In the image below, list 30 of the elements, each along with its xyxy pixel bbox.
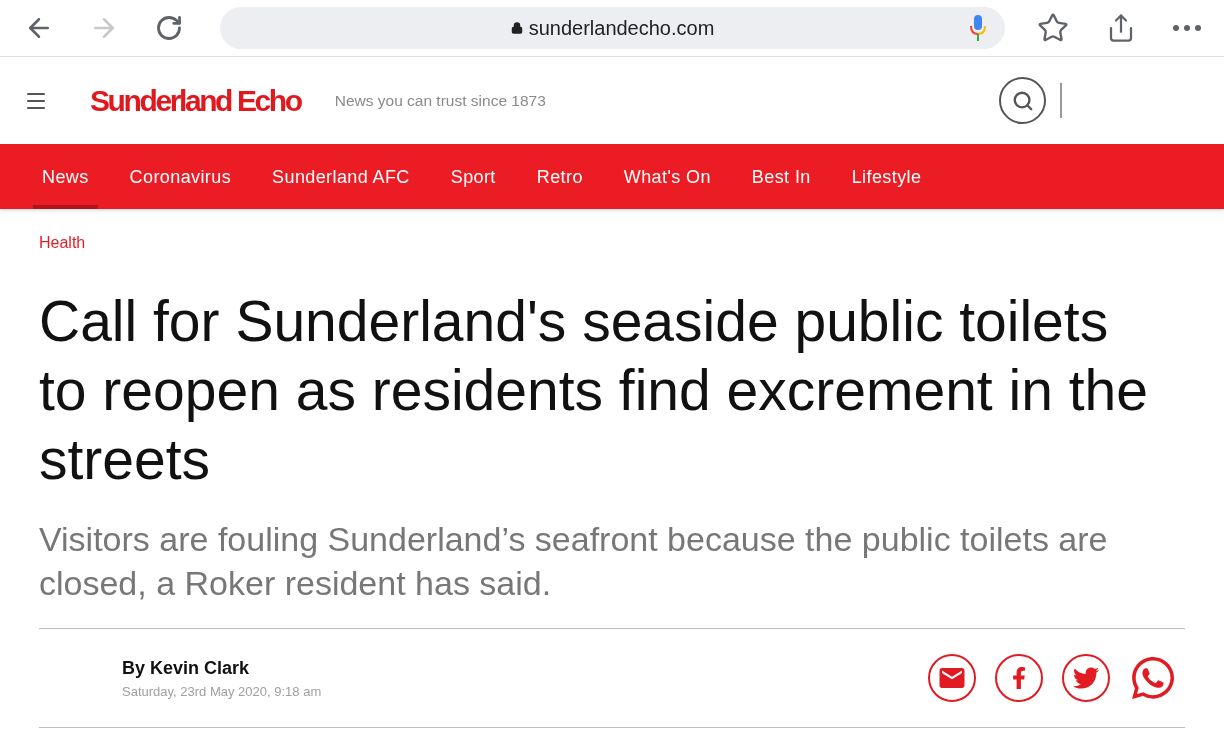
microphone-icon[interactable] [970,15,986,41]
publish-date: Saturday, 23rd May 2020, 9:18 am [122,683,322,700]
site-logo[interactable]: Sunderland Echo [90,83,301,118]
article-standfirst: Visitors are fouling Sunderland’s seafront because the public toilets are closed, a Roker resident has said. [39,519,1109,604]
more-icon [1173,25,1201,31]
search-icon [1011,89,1034,112]
nav-tab[interactable]: Best In [742,144,820,209]
twitter-icon [1073,665,1099,691]
nav-tab[interactable]: Sunderland AFC [263,144,419,209]
nav-tab[interactable]: Lifestyle [842,144,931,209]
nav-tab[interactable]: Sport [441,144,505,209]
url-text: sunderlandecho.com [528,16,715,40]
nav-tab[interactable]: Coronavirus [120,144,241,209]
author-name[interactable]: By Kevin Clark [122,656,322,679]
site-tagline: News you can trust since 1873 [334,90,546,111]
whatsapp-share-button[interactable] [1129,654,1177,702]
star-icon [1037,12,1069,44]
facebook-share-button[interactable] [995,654,1043,702]
search-button[interactable] [999,77,1046,124]
nav-tab[interactable]: Retro [527,144,592,209]
whatsapp-icon [1129,654,1177,702]
nav-tab[interactable]: What's On [614,144,720,209]
lock-icon [510,22,523,34]
twitter-share-button[interactable] [1062,654,1110,702]
reload-icon [155,14,183,42]
nav-tab[interactable]: News [33,144,98,209]
address-bar[interactable]: sunderlandecho.com [220,7,1005,49]
email-share-button[interactable] [928,654,976,702]
article-headline: Call for Sunderland's seaside public toilets to reopen as residents find excrement in the streets [39,288,1149,493]
category-link[interactable]: Health [39,233,86,253]
